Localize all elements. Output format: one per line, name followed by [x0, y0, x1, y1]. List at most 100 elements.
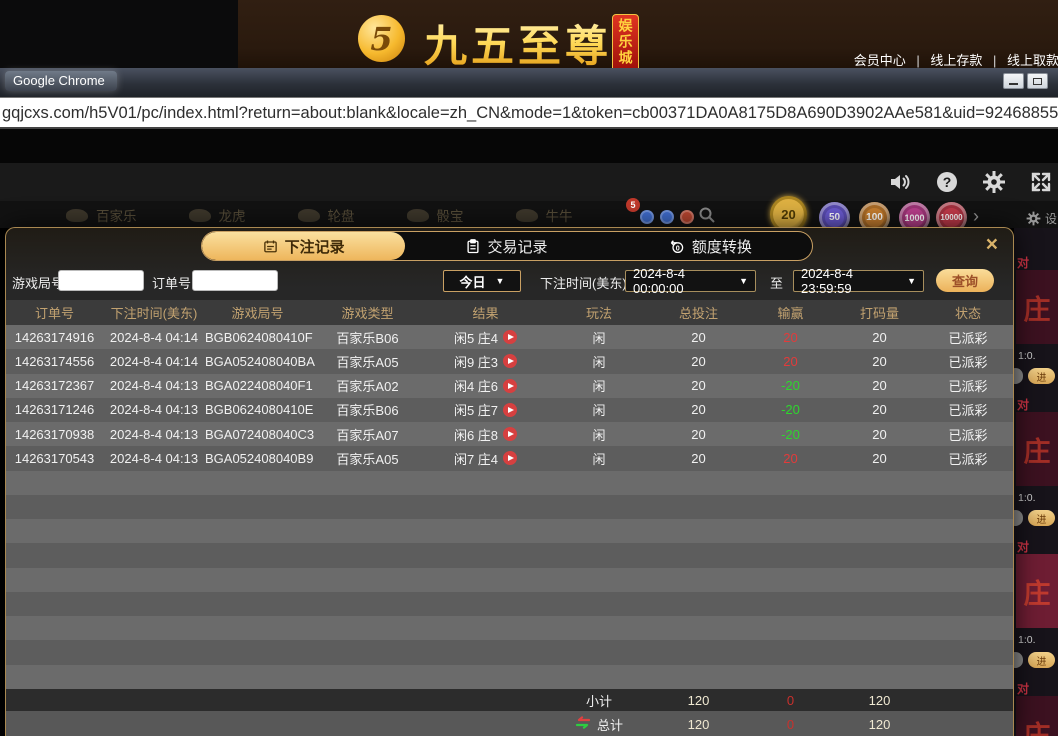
- volume-icon[interactable]: [887, 169, 913, 195]
- address-bar[interactable]: gqjcxs.com/h5V01/pc/index.html?return=ab…: [0, 97, 1058, 129]
- lobby-card[interactable]: 对庄1:0.进: [1014, 680, 1058, 736]
- replay-button[interactable]: [503, 451, 518, 466]
- column-header: 状态: [954, 306, 981, 321]
- replay-button[interactable]: [503, 402, 518, 417]
- table-row-empty: [6, 470, 1013, 495]
- game-round-input[interactable]: [58, 270, 144, 291]
- column-header: 玩法: [585, 306, 612, 321]
- minimize-button[interactable]: [1003, 73, 1024, 89]
- replay-button[interactable]: [503, 330, 518, 345]
- date-from-select[interactable]: 2024-8-4 00:00:00 ▼: [625, 266, 756, 296]
- chip-value: 100: [866, 212, 883, 223]
- black-band: [0, 129, 1058, 163]
- enter-button[interactable]: 进: [1028, 652, 1055, 668]
- game-menu-item[interactable]: 百家乐: [66, 205, 137, 225]
- table-row-empty: [6, 494, 1013, 520]
- logo-badge: 娱乐城: [612, 14, 639, 72]
- chips-more-arrow[interactable]: ›: [973, 206, 979, 227]
- enter-button[interactable]: 进: [1028, 510, 1055, 526]
- cell-status: 已派彩: [948, 330, 988, 346]
- cell-round: BGA022408040F1: [205, 378, 313, 394]
- search-chip-icon[interactable]: [698, 206, 716, 229]
- lobby-cards-strip: 对庄1:0.进对庄1:0.进对庄1:0.进对庄1:0.进: [1014, 228, 1058, 736]
- cell-bet: 20: [691, 329, 706, 345]
- tab-bet-records[interactable]: 下注记录: [202, 232, 406, 260]
- chip-dot: [660, 210, 674, 224]
- pair-label: 对: [1017, 256, 1030, 270]
- replay-button[interactable]: [503, 427, 518, 442]
- game-menu-item[interactable]: 牛牛: [515, 205, 573, 225]
- table-row: 14263174916 2024-8-4 04:14 BGB0624080410F 百…: [6, 325, 1013, 350]
- nav-link[interactable]: 线上取款: [1007, 53, 1058, 68]
- game-menu-label: 牛牛: [545, 209, 573, 224]
- help-icon[interactable]: ?: [934, 169, 960, 195]
- game-menu-label: 骰宝: [436, 209, 464, 224]
- play-icon: [508, 406, 515, 413]
- tab-label: 额度转换: [691, 238, 752, 256]
- cell-order: 14263172367: [14, 378, 95, 394]
- play-icon: [508, 334, 515, 341]
- close-icon[interactable]: ×: [986, 234, 998, 256]
- cell-bet: 20: [691, 450, 706, 466]
- cell-round: BGA052408040B9: [205, 450, 314, 466]
- range-select[interactable]: 今日 ▼: [443, 270, 521, 292]
- banker-panel: 庄: [1016, 554, 1058, 628]
- replay-button[interactable]: [503, 354, 518, 369]
- order-input[interactable]: [192, 270, 278, 291]
- lobby-card[interactable]: 对庄1:0.进: [1014, 396, 1058, 536]
- maximize-button[interactable]: [1027, 73, 1048, 89]
- secondary-pill-button[interactable]: [1014, 652, 1023, 668]
- pair-label: 对: [1017, 540, 1030, 554]
- banker-panel: 庄: [1016, 696, 1058, 736]
- cell-game-type: 百家乐A07: [336, 427, 399, 443]
- nav-link[interactable]: 会员中心: [854, 53, 906, 68]
- dialog-tabbar: 下注记录 交易记录 0 额度转换: [201, 231, 813, 261]
- tab-credit-transfer[interactable]: 0 额度转换: [609, 232, 812, 260]
- settings-gear-icon[interactable]: [981, 169, 1007, 195]
- chrome-window-label: Google Chrome: [5, 71, 117, 91]
- total-label-cell: 小计: [546, 691, 652, 710]
- cell-play: 闲: [592, 451, 606, 467]
- nav-link[interactable]: 线上存款: [930, 53, 982, 68]
- date-to-select[interactable]: 2024-8-4 23:59:59 ▼: [793, 266, 924, 296]
- fullscreen-icon[interactable]: [1028, 169, 1054, 195]
- odds-text: 1:0.: [1018, 634, 1036, 646]
- cell-result: 闲5 庄4: [425, 328, 546, 347]
- cell-time: 2024-8-4 04:13: [109, 450, 199, 466]
- search-button[interactable]: 查询: [936, 269, 994, 292]
- date-to-value: 2024-8-4 23:59:59: [801, 266, 854, 296]
- column-header: 游戏局号: [231, 306, 284, 321]
- cell-result: 闲5 庄7: [425, 400, 546, 419]
- cell-status: 已派彩: [948, 403, 988, 419]
- game-menu-item[interactable]: 轮盘: [297, 205, 355, 225]
- cell-turnover: 20: [872, 402, 887, 418]
- date-from-value: 2024-8-4 00:00:00: [633, 266, 686, 296]
- game-menu-item[interactable]: 龙虎: [188, 205, 246, 225]
- game-menu-icon: [515, 208, 538, 222]
- cell-order: 14263171246: [14, 402, 95, 418]
- game-menu-label: 龙虎: [218, 209, 246, 224]
- column-header: 打码量: [859, 306, 899, 321]
- card-buttons: 进: [1014, 652, 1055, 668]
- enter-button[interactable]: 进: [1028, 368, 1055, 384]
- cell-play: 闲: [592, 330, 606, 346]
- table-settings-icon[interactable]: 设: [1026, 210, 1057, 227]
- cell-winloss: -20: [781, 378, 800, 394]
- cell-bet: 20: [691, 353, 706, 369]
- svg-text:?: ?: [943, 174, 952, 190]
- secondary-pill-button[interactable]: [1014, 510, 1023, 526]
- swap-icon[interactable]: [575, 716, 591, 732]
- lobby-card[interactable]: 对庄1:0.进: [1014, 254, 1058, 394]
- lobby-card[interactable]: 对庄 1:0. 进: [1014, 538, 1058, 678]
- table-row: 14263171246 2024-8-4 04:13 BGB0624080410E 百…: [6, 397, 1013, 423]
- tab-transaction-records[interactable]: 交易记录: [405, 232, 608, 260]
- replay-button[interactable]: [503, 378, 518, 393]
- game-menu-label: 轮盘: [327, 209, 355, 224]
- cell-status: 已派彩: [948, 451, 988, 467]
- pair-label: 对: [1017, 682, 1030, 696]
- game-menu-item[interactable]: 骰宝: [406, 205, 464, 225]
- secondary-pill-button[interactable]: [1014, 368, 1023, 384]
- cell-status: 已派彩: [948, 379, 988, 395]
- total-label: 总计: [596, 717, 623, 733]
- game-menu-label: 百家乐: [96, 209, 137, 224]
